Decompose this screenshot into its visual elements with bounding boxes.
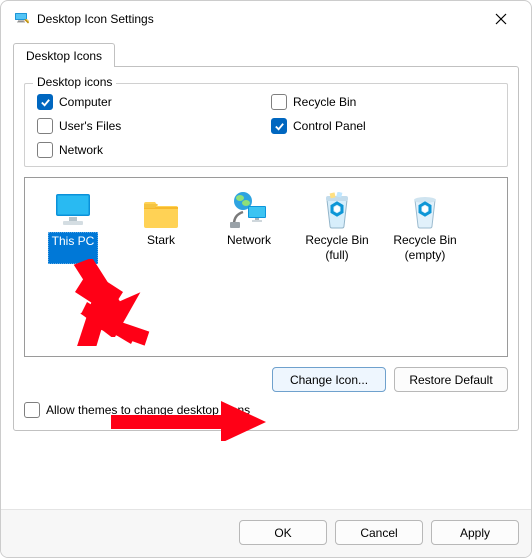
checkbox-network[interactable]: Network [37,142,261,158]
icon-network[interactable]: Network [205,188,293,266]
titlebar: Desktop Icon Settings [1,1,531,37]
icon-preview-list: This PC Stark [24,177,508,357]
apply-button[interactable]: Apply [431,520,519,545]
checkbox-input[interactable] [271,94,287,110]
icon-user-folder[interactable]: Stark [117,188,205,266]
checkbox-input[interactable] [37,94,53,110]
group-legend: Desktop icons [33,75,116,89]
recycle-bin-full-icon [293,190,381,230]
app-icon [13,10,37,29]
checkbox-label: Recycle Bin [293,95,356,109]
recycle-bin-empty-icon [381,190,469,230]
icon-label: Recycle Bin (full) [293,232,381,264]
folder-icon [117,190,205,230]
checkbox-control-panel[interactable]: Control Panel [271,118,495,134]
change-icon-button[interactable]: Change Icon... [272,367,386,392]
checkbox-label: User's Files [59,119,121,133]
checkbox-input[interactable] [271,118,287,134]
tab-desktop-icons[interactable]: Desktop Icons [13,43,115,67]
network-icon [205,190,293,230]
dialog-window: Desktop Icon Settings Desktop Icons Desk… [0,0,532,558]
restore-default-button[interactable]: Restore Default [394,367,508,392]
checkbox-label: Allow themes to change desktop icons [46,403,250,417]
icon-this-pc[interactable]: This PC [29,188,117,266]
monitor-icon [29,190,117,230]
cancel-button[interactable]: Cancel [335,520,423,545]
dialog-footer: OK Cancel Apply [1,509,531,557]
checkbox-label: Network [59,143,103,157]
icon-label: Network [224,232,274,264]
checkbox-recycle-bin[interactable]: Recycle Bin [271,94,495,110]
window-title: Desktop Icon Settings [37,12,154,26]
close-button[interactable] [491,5,519,33]
checkbox-label: Control Panel [293,119,366,133]
desktop-icons-group: Desktop icons Computer Recycle Bin User'… [24,83,508,167]
checkbox-input[interactable] [37,142,53,158]
checkbox-input[interactable] [24,402,40,418]
icon-label: Stark [144,232,178,264]
tab-panel: Desktop icons Computer Recycle Bin User'… [13,66,519,431]
icon-recycle-empty[interactable]: Recycle Bin (empty) [381,188,469,266]
icon-label: Recycle Bin (empty) [381,232,469,264]
checkbox-label: Computer [59,95,112,109]
ok-button[interactable]: OK [239,520,327,545]
checkbox-computer[interactable]: Computer [37,94,261,110]
checkbox-input[interactable] [37,118,53,134]
icon-label: This PC [48,232,99,264]
checkbox-users-files[interactable]: User's Files [37,118,261,134]
checkbox-allow-themes[interactable]: Allow themes to change desktop icons [24,402,508,418]
icon-recycle-full[interactable]: Recycle Bin (full) [293,188,381,266]
